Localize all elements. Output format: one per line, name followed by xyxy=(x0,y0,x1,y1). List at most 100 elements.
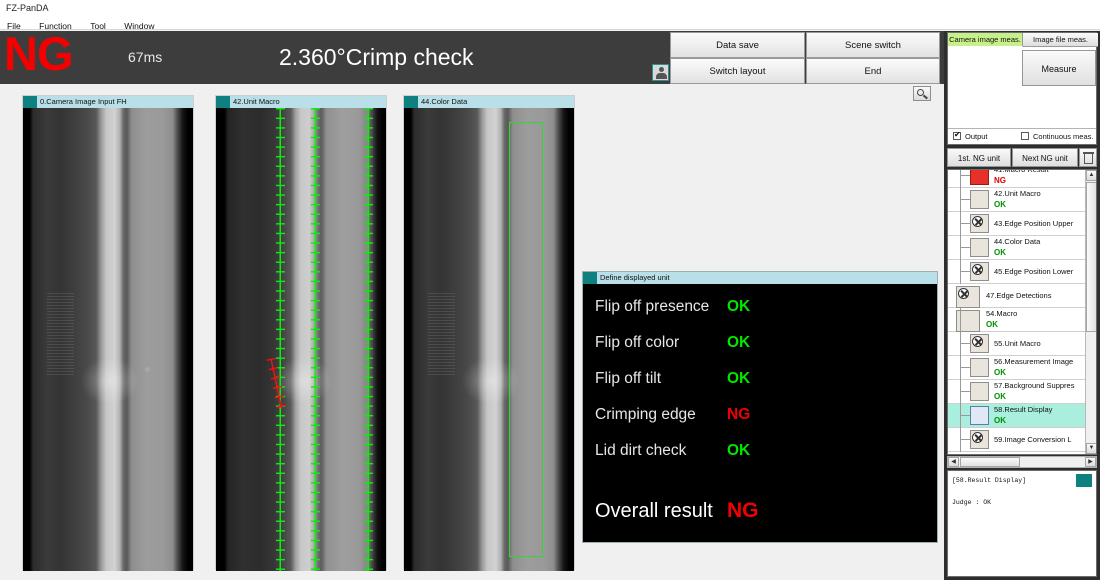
tree-item[interactable]: 43.Edge Position Upper xyxy=(948,212,1086,236)
detail-heading: [58.Result Display] xyxy=(952,475,1096,486)
result-value: NG xyxy=(727,400,750,430)
tree-connector xyxy=(960,199,970,200)
tree-connector xyxy=(960,391,970,392)
scroll-right-icon[interactable]: ▶ xyxy=(1085,457,1096,467)
image-pane-title-text: 44.Color Data xyxy=(421,97,467,106)
overall-result-label: Overall result xyxy=(595,494,713,528)
image-pane-title: 0.Camera Image Input FH xyxy=(23,96,193,108)
image-pane-color-data[interactable]: 44.Color Data xyxy=(403,95,575,570)
edge-marker-column xyxy=(276,108,285,571)
image-canvas[interactable] xyxy=(404,108,574,571)
tree-connector xyxy=(960,175,970,176)
measure-button[interactable]: Measure xyxy=(1022,50,1096,86)
tree-item-label: 43.Edge Position Upper xyxy=(994,219,1086,229)
tree-item[interactable]: 47.Edge Detections xyxy=(948,284,1086,308)
data-save-button[interactable]: Data save xyxy=(670,32,805,58)
edge-marker-column xyxy=(364,108,373,571)
image-pane-unit-macro[interactable]: 42.Unit Macro xyxy=(215,95,387,570)
scene-title: 2.360°Crimp check xyxy=(279,31,474,84)
tree-connector xyxy=(960,271,970,272)
user-icon[interactable] xyxy=(652,64,669,81)
tree-item-judge: OK xyxy=(994,199,1006,210)
tree-item-label: 42.Unit Macro xyxy=(994,189,1084,199)
image-pane-title: 44.Color Data xyxy=(404,96,574,108)
tree-item-label: 58.Result Display xyxy=(994,405,1084,415)
tree-item[interactable]: 42.Unit Macro OK xyxy=(948,188,1086,212)
image-pane-title-text: 42.Unit Macro xyxy=(233,97,280,106)
tab-camera-image-meas[interactable]: Camera image meas. xyxy=(948,33,1023,47)
results-panel-title: Define displayed unit xyxy=(583,272,937,284)
pane-accent-square xyxy=(23,96,37,108)
detail-accent-block xyxy=(1076,474,1092,487)
tree-item-label: 57.Background Suppres xyxy=(994,381,1086,391)
image-pane-camera-input[interactable]: 0.Camera Image Input FH xyxy=(22,95,194,570)
tree-vertical-scrollbar[interactable]: ▲ ▼ xyxy=(1085,170,1096,454)
tree-horizontal-scrollbar[interactable]: ◀ ▶ xyxy=(947,456,1097,468)
result-row: Flip off color OK xyxy=(595,328,925,358)
tree-item[interactable]: 45.Edge Position Lower xyxy=(948,260,1086,284)
scroll-up-icon[interactable]: ▲ xyxy=(1086,170,1097,181)
user-icon-body xyxy=(656,73,667,79)
result-label: Crimping edge xyxy=(595,400,696,430)
tree-item-label: 55.Unit Macro xyxy=(994,339,1084,349)
trash-can xyxy=(1084,154,1093,164)
tree-item-selected[interactable]: 58.Result Display OK xyxy=(948,404,1086,428)
edge-position-icon xyxy=(970,262,989,281)
scrollbar-thumb[interactable] xyxy=(960,457,1020,467)
control-panel: Camera image meas. Image file meas. Meas… xyxy=(944,31,1100,580)
measurement-box: Camera image meas. Image file meas. Meas… xyxy=(947,32,1097,145)
tree-item-label: 56.Measurement Image xyxy=(994,357,1086,367)
edge-cross-glyph xyxy=(972,216,983,227)
scroll-down-icon[interactable]: ▼ xyxy=(1086,443,1097,454)
result-row: Flip off presence OK xyxy=(595,292,925,322)
first-ng-unit-button[interactable]: 1st. NG unit xyxy=(947,148,1011,167)
tree-item[interactable]: 57.Background Suppres OK xyxy=(948,380,1086,404)
tree-item-judge: OK xyxy=(994,367,1006,378)
tree-connector-spine xyxy=(960,170,961,284)
image-workspace: 0.Camera Image Input FH 42.Unit Macro xyxy=(0,84,944,580)
next-ng-unit-button[interactable]: Next NG unit xyxy=(1012,148,1078,167)
continuous-meas-checkbox-label: Continuous meas. xyxy=(1033,131,1093,143)
end-button[interactable]: End xyxy=(806,58,940,84)
result-value: OK xyxy=(727,436,750,466)
image-texture-ripple xyxy=(428,293,455,376)
tree-connector xyxy=(960,367,970,368)
scroll-left-icon[interactable]: ◀ xyxy=(948,457,959,467)
edge-cross-glyph xyxy=(972,432,983,443)
scrollbar-thumb[interactable] xyxy=(1086,182,1097,332)
application-window: FZ-PanDA File Function Tool Window NG 67… xyxy=(0,0,1100,580)
tab-image-file-meas[interactable]: Image file meas. xyxy=(1023,33,1098,47)
image-canvas[interactable] xyxy=(216,108,386,571)
result-row: Lid dirt check OK xyxy=(595,436,925,466)
tree-item-judge: NG xyxy=(994,175,1006,186)
tree-item[interactable]: 59.Image Conversion L xyxy=(948,428,1086,452)
scene-switch-button[interactable]: Scene switch xyxy=(806,32,940,58)
image-pane-title-text: 0.Camera Image Input FH xyxy=(40,97,127,106)
unit-tree[interactable]: 41.Macro Result NG 42.Unit Macro OK 43.E… xyxy=(947,169,1097,455)
unit-macro-icon xyxy=(970,334,989,353)
tree-item[interactable]: 44.Color Data OK xyxy=(948,236,1086,260)
image-defect-bulge xyxy=(81,358,139,404)
tree-connector xyxy=(960,223,970,224)
detail-judge-line: Judge : OK xyxy=(952,497,1096,508)
result-label: Lid dirt check xyxy=(595,436,686,466)
switch-layout-button[interactable]: Switch layout xyxy=(670,58,805,84)
image-pane-title: 42.Unit Macro xyxy=(216,96,386,108)
tree-item-judge: OK xyxy=(986,319,998,330)
result-label: Flip off tilt xyxy=(595,364,661,394)
tree-item-label: 54.Macro xyxy=(986,309,1084,319)
tree-item-label: 45.Edge Position Lower xyxy=(994,267,1086,277)
tree-item[interactable]: 56.Measurement Image OK xyxy=(948,356,1086,380)
image-canvas[interactable] xyxy=(23,108,193,571)
tree-item[interactable]: 54.Macro OK xyxy=(948,308,1086,332)
measurement-options: Output Continuous meas. xyxy=(948,128,1096,144)
image-texture-ripple xyxy=(47,293,74,376)
tree-item[interactable]: 55.Unit Macro xyxy=(948,332,1086,356)
macro-result-icon xyxy=(970,169,989,185)
tree-item[interactable]: 41.Macro Result NG xyxy=(948,169,1086,188)
magnifier-icon[interactable] xyxy=(913,86,931,101)
trash-icon[interactable] xyxy=(1079,148,1097,167)
result-label: Flip off presence xyxy=(595,292,709,322)
result-value: OK xyxy=(727,328,750,358)
tree-item-judge: OK xyxy=(994,415,1006,426)
